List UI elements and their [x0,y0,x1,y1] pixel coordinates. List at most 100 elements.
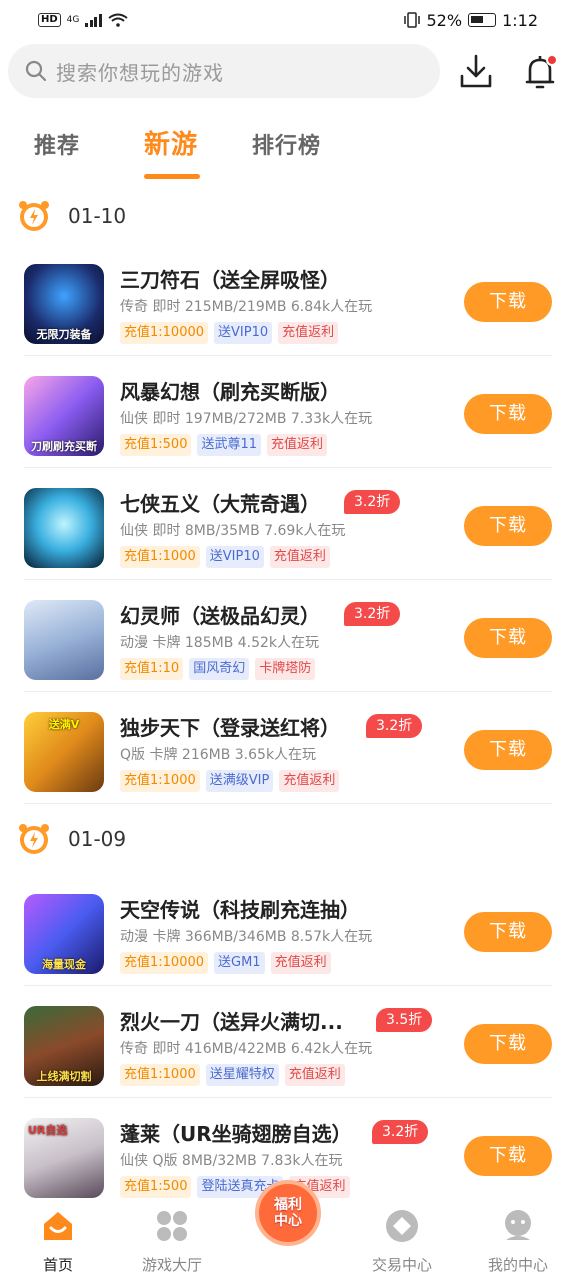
download-icon[interactable] [458,52,494,92]
discount-badge: 3.2折 [366,714,423,738]
game-meta: 动漫 卡牌 366MB/346MB 8.57k人在玩 [120,929,373,945]
tag: 送武尊11 [197,434,262,456]
list-item[interactable]: 幻灵师（送极品幻灵） 3.2折 动漫 卡牌 185MB 4.52k人在玩 充值1… [24,580,552,692]
search-input[interactable]: 搜索你想玩的游戏 [8,44,440,98]
battery-icon [468,13,497,27]
alarm-clock-icon [19,824,49,854]
download-button[interactable]: 下载 [464,1136,552,1176]
download-button[interactable]: 下载 [464,1024,552,1064]
discount-badge: 3.5折 [376,1008,433,1032]
download-button[interactable]: 下载 [464,506,552,546]
tag-list: 充值1:500 送武尊11 充值返利 [120,434,328,456]
date-header: 01-09 [0,804,576,874]
game-meta: 仙侠 即时 8MB/35MB 7.69k人在玩 [120,523,346,539]
grid-icon [157,1211,187,1241]
discount-badge: 3.2折 [344,602,401,626]
list-item[interactable]: 无限刀装备 三刀符石（送全屏吸怪） 传奇 即时 215MB/219MB 6.84… [24,244,552,356]
tag: 送满级VIP [205,770,274,792]
header: 搜索你想玩的游戏 [0,44,576,100]
list-item[interactable]: 送满V 独步天下（登录送红将） 3.2折 Q版 卡牌 216MB 3.65k人在… [24,692,552,804]
search-placeholder: 搜索你想玩的游戏 [56,60,224,85]
welfare-center-button[interactable]: 福利中心 [255,1180,321,1246]
tab-ranking[interactable]: 排行榜 [252,128,321,160]
tag-list: 充值1:10000 送VIP10 充值返利 [120,322,339,344]
game-title: 独步天下（登录送红将） [120,716,340,740]
tag: 充值返利 [269,546,330,568]
list-item[interactable]: 上线满切割 烈火一刀（送异火满切... 3.5折 传奇 即时 416MB/422… [24,986,552,1098]
list-item[interactable]: 七侠五义（大荒奇遇） 3.2折 仙侠 即时 8MB/35MB 7.69k人在玩 … [24,468,552,580]
game-thumbnail[interactable]: 上线满切割 [24,1006,104,1086]
download-button[interactable]: 下载 [464,730,552,770]
list-item[interactable]: 刀刷刷充买断 风暴幻想（刷充买断版） 仙侠 即时 197MB/272MB 7.3… [24,356,552,468]
tab-new-games[interactable]: 新游 [144,124,198,161]
download-button[interactable]: 下载 [464,282,552,322]
nav-label: 我的中心 [487,1256,548,1274]
nav-label: 交易中心 [371,1256,432,1274]
game-thumbnail[interactable] [24,488,104,568]
tag: 充值1:500 [120,1176,192,1198]
tag-list: 充值1:1000 送满级VIP 充值返利 [120,770,340,792]
game-thumbnail[interactable]: UR自选 [24,1118,104,1198]
nav-home[interactable]: 首页 [8,1208,108,1275]
tag: 送星耀特权 [205,1064,279,1086]
status-bar: HD 4G 52% 1:12 [0,0,576,40]
game-title: 蓬莱（UR坐骑翅膀自选） [120,1122,352,1146]
tag: 送VIP10 [205,546,264,568]
nav-my-center[interactable]: 我的中心 [468,1208,568,1275]
search-icon [25,60,47,82]
game-thumbnail[interactable]: 无限刀装备 [24,264,104,344]
tab-bar: 推荐 新游 排行榜 [0,120,576,184]
game-title: 天空传说（科技刷充连抽） [120,898,360,922]
discount-badge: 3.2折 [372,1120,429,1144]
game-title: 幻灵师（送极品幻灵） [120,604,320,628]
tab-underline [144,174,200,179]
download-button[interactable]: 下载 [464,912,552,952]
home-icon [44,1212,72,1240]
battery-percent: 52% [426,10,463,30]
alarm-clock-icon [19,201,49,231]
game-meta: 传奇 即时 416MB/422MB 6.42k人在玩 [120,1041,373,1057]
tag: 充值1:1000 [120,1064,200,1086]
welfare-label: 福利中心 [274,1197,302,1229]
wifi-icon [108,13,128,27]
game-meta: 仙侠 即时 197MB/272MB 7.33k人在玩 [120,411,373,427]
game-thumbnail[interactable]: 刀刷刷充买断 [24,376,104,456]
game-title: 烈火一刀（送异火满切... [120,1010,343,1034]
game-meta: Q版 卡牌 216MB 3.65k人在玩 [120,747,317,763]
download-button[interactable]: 下载 [464,618,552,658]
trade-icon [386,1210,418,1242]
date-label: 01-09 [68,827,127,851]
list-item[interactable]: 海量现金 天空传说（科技刷充连抽） 动漫 卡牌 366MB/346MB 8.57… [24,874,552,986]
profile-icon [505,1210,531,1240]
hd-badge: HD [38,13,61,27]
tag: 充值1:10000 [120,952,209,974]
tag: 国风奇幻 [189,658,250,680]
date-label: 01-10 [68,204,127,228]
nav-game-hall[interactable]: 游戏大厅 [122,1208,222,1275]
tag: 充值1:10 [120,658,184,680]
game-thumbnail[interactable]: 海量现金 [24,894,104,974]
game-list[interactable]: 01-10 无限刀装备 三刀符石（送全屏吸怪） 传奇 即时 215MB/219M… [0,188,576,1198]
game-thumbnail[interactable]: 送满V [24,712,104,792]
tag: 充值返利 [267,434,328,456]
tag: 卡牌塔防 [255,658,316,680]
tag: 送GM1 [214,952,265,974]
tag-list: 充值1:1000 送VIP10 充值返利 [120,546,330,568]
download-button[interactable]: 下载 [464,394,552,434]
date-header: 01-10 [0,188,576,244]
game-meta: 传奇 即时 215MB/219MB 6.84k人在玩 [120,299,373,315]
nav-label: 首页 [42,1256,73,1274]
tag: 充值1:1000 [120,546,200,568]
vibrate-icon [403,12,420,28]
game-title: 风暴幻想（刷充买断版） [120,380,340,404]
tag: 充值1:500 [120,434,192,456]
network-type: 4G [66,15,80,25]
game-thumbnail[interactable] [24,600,104,680]
nav-trade-center[interactable]: 交易中心 [352,1208,452,1275]
tab-recommend[interactable]: 推荐 [34,128,80,160]
game-title: 七侠五义（大荒奇遇） [120,492,320,516]
game-title: 三刀符石（送全屏吸怪） [120,268,340,292]
clock-time: 1:12 [502,10,538,30]
tag: 充值1:10000 [120,322,209,344]
notification-dot [546,54,558,66]
